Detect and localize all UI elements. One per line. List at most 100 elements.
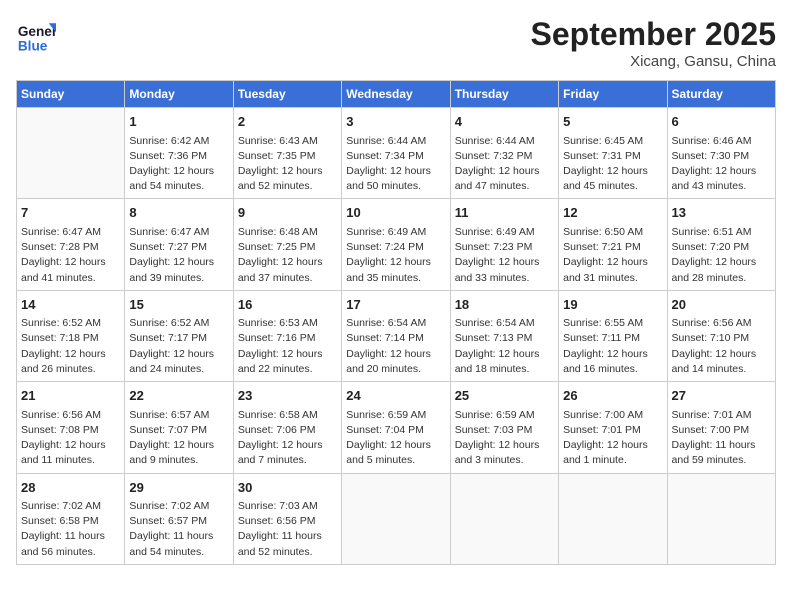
day-number: 17: [346, 295, 445, 315]
day-number: 11: [455, 203, 554, 223]
calendar-day-cell: 16Sunrise: 6:53 AMSunset: 7:16 PMDayligh…: [233, 290, 341, 381]
day-of-week-header: Sunday: [17, 81, 125, 108]
day-number: 2: [238, 112, 337, 132]
day-number: 12: [563, 203, 662, 223]
day-info: Sunrise: 6:42 AMSunset: 7:36 PMDaylight:…: [129, 134, 228, 195]
day-of-week-header: Tuesday: [233, 81, 341, 108]
day-info: Sunrise: 7:02 AMSunset: 6:57 PMDaylight:…: [129, 499, 228, 560]
day-number: 27: [672, 386, 771, 406]
calendar-day-cell: 23Sunrise: 6:58 AMSunset: 7:06 PMDayligh…: [233, 382, 341, 473]
calendar-header-row: SundayMondayTuesdayWednesdayThursdayFrid…: [17, 81, 776, 108]
day-info: Sunrise: 6:48 AMSunset: 7:25 PMDaylight:…: [238, 225, 337, 286]
day-number: 20: [672, 295, 771, 315]
day-info: Sunrise: 6:47 AMSunset: 7:27 PMDaylight:…: [129, 225, 228, 286]
day-info: Sunrise: 7:03 AMSunset: 6:56 PMDaylight:…: [238, 499, 337, 560]
calendar-day-cell: [342, 473, 450, 564]
day-info: Sunrise: 6:44 AMSunset: 7:34 PMDaylight:…: [346, 134, 445, 195]
calendar-day-cell: [17, 108, 125, 199]
day-info: Sunrise: 6:45 AMSunset: 7:31 PMDaylight:…: [563, 134, 662, 195]
day-number: 23: [238, 386, 337, 406]
day-info: Sunrise: 6:54 AMSunset: 7:14 PMDaylight:…: [346, 316, 445, 377]
day-info: Sunrise: 6:58 AMSunset: 7:06 PMDaylight:…: [238, 408, 337, 469]
day-number: 25: [455, 386, 554, 406]
calendar-day-cell: 14Sunrise: 6:52 AMSunset: 7:18 PMDayligh…: [17, 290, 125, 381]
calendar-day-cell: 29Sunrise: 7:02 AMSunset: 6:57 PMDayligh…: [125, 473, 233, 564]
day-info: Sunrise: 6:54 AMSunset: 7:13 PMDaylight:…: [455, 316, 554, 377]
calendar-day-cell: 26Sunrise: 7:00 AMSunset: 7:01 PMDayligh…: [559, 382, 667, 473]
day-of-week-header: Saturday: [667, 81, 775, 108]
day-info: Sunrise: 6:56 AMSunset: 7:08 PMDaylight:…: [21, 408, 120, 469]
calendar-day-cell: 1Sunrise: 6:42 AMSunset: 7:36 PMDaylight…: [125, 108, 233, 199]
calendar-day-cell: 30Sunrise: 7:03 AMSunset: 6:56 PMDayligh…: [233, 473, 341, 564]
calendar-day-cell: 2Sunrise: 6:43 AMSunset: 7:35 PMDaylight…: [233, 108, 341, 199]
day-info: Sunrise: 6:53 AMSunset: 7:16 PMDaylight:…: [238, 316, 337, 377]
day-of-week-header: Monday: [125, 81, 233, 108]
page-header: General Blue September 2025 Xicang, Gans…: [16, 16, 776, 70]
day-number: 29: [129, 478, 228, 498]
day-info: Sunrise: 6:55 AMSunset: 7:11 PMDaylight:…: [563, 316, 662, 377]
calendar-day-cell: 9Sunrise: 6:48 AMSunset: 7:25 PMDaylight…: [233, 199, 341, 290]
day-number: 1: [129, 112, 228, 132]
calendar-day-cell: [559, 473, 667, 564]
day-info: Sunrise: 6:44 AMSunset: 7:32 PMDaylight:…: [455, 134, 554, 195]
title-block: September 2025 Xicang, Gansu, China: [531, 16, 776, 70]
calendar-week-row: 28Sunrise: 7:02 AMSunset: 6:58 PMDayligh…: [17, 473, 776, 564]
calendar-week-row: 1Sunrise: 6:42 AMSunset: 7:36 PMDaylight…: [17, 108, 776, 199]
calendar-day-cell: 28Sunrise: 7:02 AMSunset: 6:58 PMDayligh…: [17, 473, 125, 564]
calendar-day-cell: 21Sunrise: 6:56 AMSunset: 7:08 PMDayligh…: [17, 382, 125, 473]
calendar-day-cell: 11Sunrise: 6:49 AMSunset: 7:23 PMDayligh…: [450, 199, 558, 290]
day-info: Sunrise: 6:49 AMSunset: 7:24 PMDaylight:…: [346, 225, 445, 286]
day-number: 16: [238, 295, 337, 315]
day-number: 14: [21, 295, 120, 315]
calendar-day-cell: 4Sunrise: 6:44 AMSunset: 7:32 PMDaylight…: [450, 108, 558, 199]
day-number: 3: [346, 112, 445, 132]
day-info: Sunrise: 7:01 AMSunset: 7:00 PMDaylight:…: [672, 408, 771, 469]
day-number: 26: [563, 386, 662, 406]
calendar-day-cell: 3Sunrise: 6:44 AMSunset: 7:34 PMDaylight…: [342, 108, 450, 199]
logo: General Blue: [16, 16, 62, 56]
calendar-week-row: 7Sunrise: 6:47 AMSunset: 7:28 PMDaylight…: [17, 199, 776, 290]
svg-text:Blue: Blue: [18, 39, 48, 54]
day-number: 5: [563, 112, 662, 132]
day-info: Sunrise: 6:59 AMSunset: 7:04 PMDaylight:…: [346, 408, 445, 469]
day-number: 7: [21, 203, 120, 223]
day-of-week-header: Thursday: [450, 81, 558, 108]
day-info: Sunrise: 6:51 AMSunset: 7:20 PMDaylight:…: [672, 225, 771, 286]
day-info: Sunrise: 6:43 AMSunset: 7:35 PMDaylight:…: [238, 134, 337, 195]
calendar-day-cell: 24Sunrise: 6:59 AMSunset: 7:04 PMDayligh…: [342, 382, 450, 473]
calendar-day-cell: 18Sunrise: 6:54 AMSunset: 7:13 PMDayligh…: [450, 290, 558, 381]
calendar-day-cell: 25Sunrise: 6:59 AMSunset: 7:03 PMDayligh…: [450, 382, 558, 473]
calendar-day-cell: 10Sunrise: 6:49 AMSunset: 7:24 PMDayligh…: [342, 199, 450, 290]
calendar-day-cell: [667, 473, 775, 564]
day-info: Sunrise: 6:49 AMSunset: 7:23 PMDaylight:…: [455, 225, 554, 286]
calendar-day-cell: 6Sunrise: 6:46 AMSunset: 7:30 PMDaylight…: [667, 108, 775, 199]
day-number: 22: [129, 386, 228, 406]
day-info: Sunrise: 6:47 AMSunset: 7:28 PMDaylight:…: [21, 225, 120, 286]
day-number: 15: [129, 295, 228, 315]
calendar-day-cell: 20Sunrise: 6:56 AMSunset: 7:10 PMDayligh…: [667, 290, 775, 381]
day-info: Sunrise: 7:02 AMSunset: 6:58 PMDaylight:…: [21, 499, 120, 560]
day-number: 10: [346, 203, 445, 223]
day-info: Sunrise: 6:52 AMSunset: 7:18 PMDaylight:…: [21, 316, 120, 377]
day-info: Sunrise: 6:50 AMSunset: 7:21 PMDaylight:…: [563, 225, 662, 286]
calendar-day-cell: 19Sunrise: 6:55 AMSunset: 7:11 PMDayligh…: [559, 290, 667, 381]
svg-text:General: General: [18, 24, 56, 39]
calendar-day-cell: 15Sunrise: 6:52 AMSunset: 7:17 PMDayligh…: [125, 290, 233, 381]
calendar-day-cell: 7Sunrise: 6:47 AMSunset: 7:28 PMDaylight…: [17, 199, 125, 290]
calendar-day-cell: 27Sunrise: 7:01 AMSunset: 7:00 PMDayligh…: [667, 382, 775, 473]
calendar-day-cell: 5Sunrise: 6:45 AMSunset: 7:31 PMDaylight…: [559, 108, 667, 199]
day-info: Sunrise: 6:59 AMSunset: 7:03 PMDaylight:…: [455, 408, 554, 469]
day-number: 9: [238, 203, 337, 223]
location: Xicang, Gansu, China: [531, 53, 776, 70]
day-number: 21: [21, 386, 120, 406]
day-info: Sunrise: 6:56 AMSunset: 7:10 PMDaylight:…: [672, 316, 771, 377]
day-number: 8: [129, 203, 228, 223]
day-number: 30: [238, 478, 337, 498]
day-number: 19: [563, 295, 662, 315]
calendar-day-cell: 8Sunrise: 6:47 AMSunset: 7:27 PMDaylight…: [125, 199, 233, 290]
calendar-day-cell: 13Sunrise: 6:51 AMSunset: 7:20 PMDayligh…: [667, 199, 775, 290]
calendar-day-cell: [450, 473, 558, 564]
calendar-day-cell: 12Sunrise: 6:50 AMSunset: 7:21 PMDayligh…: [559, 199, 667, 290]
calendar-table: SundayMondayTuesdayWednesdayThursdayFrid…: [16, 80, 776, 565]
calendar-day-cell: 22Sunrise: 6:57 AMSunset: 7:07 PMDayligh…: [125, 382, 233, 473]
